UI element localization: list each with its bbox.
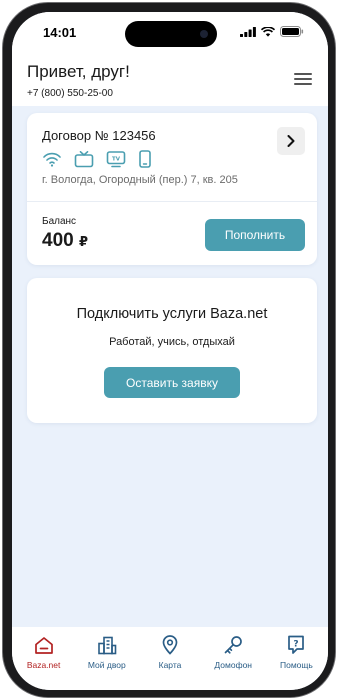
balance-amount: 400 [42, 230, 74, 251]
leave-request-button[interactable]: Оставить заявку [104, 367, 240, 398]
iptv-icon: TV [106, 150, 126, 167]
key-icon [224, 636, 243, 654]
balance-value: 400 ₽ [42, 230, 88, 252]
nav-item-home[interactable]: Baza.net [12, 627, 75, 690]
connect-services-card: Подключить услуги Baza.net Работай, учис… [27, 278, 317, 423]
card-divider [27, 201, 317, 202]
nav-label: Домофон [214, 660, 252, 670]
bottom-nav: Baza.net Мой двор Карта Домофон ? Помощь [12, 627, 328, 690]
balance-label: Баланс [42, 216, 77, 227]
buildings-icon [97, 636, 117, 654]
mobile-icon [139, 150, 151, 168]
nav-label: Карта [158, 660, 182, 670]
nav-item-intercom[interactable]: Домофон [202, 627, 265, 690]
greeting-title: Привет, друг! [27, 62, 130, 81]
topup-button[interactable]: Пополнить [205, 219, 305, 251]
connect-subtitle: Работай, учись, отдыхай [109, 336, 235, 348]
connect-title: Подключить услуги Baza.net [76, 306, 268, 322]
camera-icon [200, 30, 208, 38]
chevron-right-icon [287, 135, 295, 147]
tv-icon [74, 150, 94, 167]
status-bar: 14:01 [12, 12, 328, 52]
nav-item-my-yard[interactable]: Мой двор [75, 627, 138, 690]
help-icon: ? [288, 635, 305, 654]
nav-label: Мой двор [87, 660, 126, 670]
service-icons: TV [42, 150, 152, 168]
app-header: Привет, друг! +7 (800) 550-25-00 [12, 52, 328, 106]
hamburger-menu-icon[interactable] [294, 73, 312, 87]
home-icon [34, 636, 53, 654]
currency-sign: ₽ [78, 234, 89, 249]
status-icons [240, 26, 304, 37]
phone-frame: 14:01 Привет, друг! +7 (800) 550-25-00 Д… [2, 2, 336, 698]
wifi-status-icon [261, 26, 275, 37]
contract-address: г. Вологда, Огородный (пер.) 7, кв. 205 [42, 174, 238, 186]
wifi-icon [43, 152, 61, 167]
nav-item-help[interactable]: ? Помощь [265, 627, 328, 690]
nav-item-map[interactable]: Карта [138, 627, 201, 690]
battery-icon [280, 26, 304, 37]
contract-details-button[interactable] [277, 127, 305, 155]
nav-label: Помощь [279, 660, 313, 670]
support-phone[interactable]: +7 (800) 550-25-00 [27, 88, 113, 99]
svg-text:?: ? [294, 640, 299, 650]
svg-text:TV: TV [112, 156, 121, 162]
screen: 14:01 Привет, друг! +7 (800) 550-25-00 Д… [12, 12, 328, 690]
signal-icon [240, 26, 256, 37]
dynamic-island [125, 21, 217, 47]
map-pin-icon [162, 635, 178, 655]
nav-label: Baza.net [26, 660, 61, 670]
status-time: 14:01 [43, 25, 77, 40]
contract-title: Договор № 123456 [42, 128, 156, 143]
contract-card: Договор № 123456 TV г. Вологда, Огородны… [27, 113, 317, 265]
